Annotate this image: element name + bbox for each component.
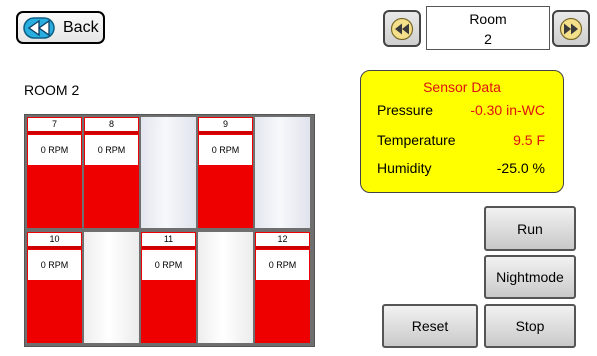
room-selector-label: Room <box>469 11 507 27</box>
fan-grid: 7 0 RPM 8 0 RPM 9 0 RPM 10 0 RPM 11 0 RP… <box>24 114 315 347</box>
room-selector-display: Room 2 <box>426 6 550 50</box>
fan-rpm: 0 RPM <box>256 250 309 280</box>
room-selector-value: 2 <box>484 31 492 47</box>
sensor-data-title: Sensor Data <box>423 79 501 95</box>
temperature-row: Temperature 9.5 F <box>377 132 545 148</box>
fan-number: 9 <box>199 118 252 134</box>
stop-button[interactable]: Stop <box>484 304 576 348</box>
reset-button[interactable]: Reset <box>382 304 478 348</box>
rewind-icon <box>23 16 55 39</box>
fan-number: 12 <box>256 233 309 249</box>
fan-rpm: 0 RPM <box>199 135 252 165</box>
sensor-data-panel: Sensor Data Pressure -0.30 in-WC Tempera… <box>360 70 564 193</box>
humidity-row: Humidity -25.0 % <box>377 160 545 176</box>
humidity-value: -25.0 % <box>496 160 545 176</box>
fan-number: 8 <box>85 118 138 134</box>
run-button[interactable]: Run <box>484 206 576 251</box>
temperature-value: 9.5 F <box>513 132 545 148</box>
back-button[interactable]: Back <box>16 11 105 44</box>
fan-9[interactable]: 9 0 RPM <box>198 117 253 228</box>
humidity-label: Humidity <box>377 160 432 176</box>
fan-number: 10 <box>28 233 81 249</box>
nightmode-button[interactable]: Nightmode <box>484 255 576 299</box>
fan-rpm: 0 RPM <box>142 250 195 280</box>
page-title: ROOM 2 <box>24 82 80 98</box>
fan-10[interactable]: 10 0 RPM <box>27 232 82 343</box>
fan-rpm: 0 RPM <box>28 250 81 280</box>
empty-slot <box>141 117 196 228</box>
fan-8[interactable]: 8 0 RPM <box>84 117 139 228</box>
fan-7[interactable]: 7 0 RPM <box>27 117 82 228</box>
temperature-label: Temperature <box>377 132 456 148</box>
fan-number: 7 <box>28 118 81 134</box>
rewind-icon <box>390 17 414 40</box>
pressure-label: Pressure <box>377 102 434 118</box>
back-label: Back <box>63 18 99 36</box>
empty-slot <box>198 232 253 343</box>
fan-number: 11 <box>142 233 195 249</box>
next-room-button[interactable] <box>552 10 590 47</box>
fan-11[interactable]: 11 0 RPM <box>141 232 196 343</box>
empty-slot <box>84 232 139 343</box>
empty-slot <box>255 117 310 228</box>
fan-rpm: 0 RPM <box>85 135 138 165</box>
prev-room-button[interactable] <box>383 10 421 47</box>
fan-12[interactable]: 12 0 RPM <box>255 232 310 343</box>
pressure-row: Pressure -0.30 in-WC <box>377 102 545 118</box>
fast-forward-icon <box>559 17 583 40</box>
pressure-value: -0.30 in-WC <box>470 102 545 118</box>
fan-rpm: 0 RPM <box>28 135 81 165</box>
